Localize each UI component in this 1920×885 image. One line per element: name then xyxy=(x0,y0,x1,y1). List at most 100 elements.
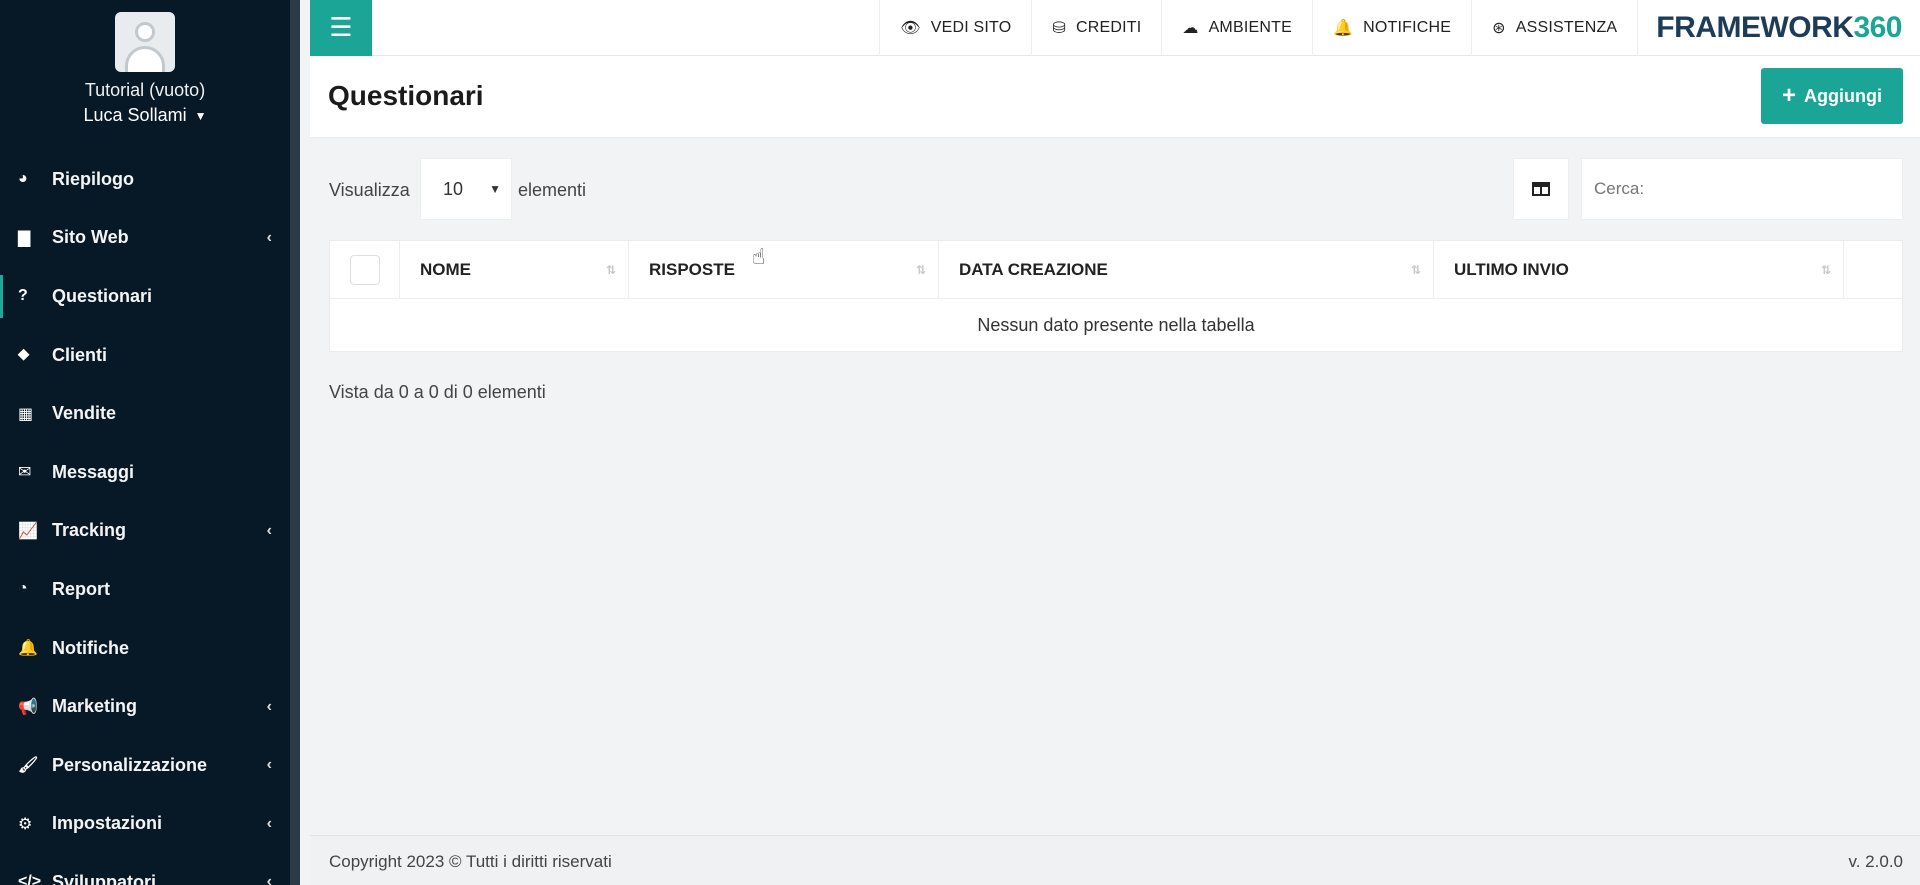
pie-chart-icon: ◔ xyxy=(18,580,28,598)
sidebar-item-label: Notifiche xyxy=(52,637,130,658)
sidebar-item-label: Riepilogo xyxy=(52,168,134,189)
sidebar-item-label: Sito Web xyxy=(52,227,129,248)
sidebar-item-label: Report xyxy=(52,578,110,599)
select-all-checkbox[interactable] xyxy=(350,254,380,285)
topbar-link-label: AMBIENTE xyxy=(1208,18,1292,36)
sidebar-item-personalizzazione[interactable]: 🖌 Personalizzazione ‹ xyxy=(0,736,290,795)
profile-name-dropdown[interactable]: Luca Sollami ▼ xyxy=(84,105,207,126)
user-profile: Tutorial (vuoto) Luca Sollami ▼ xyxy=(0,0,290,150)
table-info: Vista da 0 a 0 di 0 elementi xyxy=(329,382,546,402)
topbar-link-label: ASSISTENZA xyxy=(1515,18,1618,36)
sort-icon: ⇅ xyxy=(915,263,926,277)
menu-toggle-icon[interactable]: ☰ xyxy=(310,0,372,56)
add-button[interactable]: + Aggiungi xyxy=(1761,68,1903,124)
topbar-link-label: VEDI SITO xyxy=(930,18,1012,36)
lifebuoy-icon: ⊛ xyxy=(1492,19,1506,37)
brand-logo[interactable]: FRAMEWORK 360 xyxy=(1637,0,1920,56)
sidebar-item-label: Tracking xyxy=(52,520,127,541)
sidebar-item-label: Messaggi xyxy=(52,461,135,482)
topbar-link-crediti[interactable]: ⛁ CREDITI xyxy=(1031,0,1161,56)
sidebar-item-questionari[interactable]: ? Questionari xyxy=(0,267,290,326)
column-header-label: ULTIMO INVIO xyxy=(1454,259,1569,279)
page-header: Questionari + Aggiungi xyxy=(310,56,1920,138)
search-input[interactable] xyxy=(1581,158,1903,220)
sidebar-item-messaggi[interactable]: ✉ Messaggi xyxy=(0,443,290,502)
sidebar-item-label: Personalizzazione xyxy=(52,754,208,775)
cloud-icon: ☁ xyxy=(1182,19,1199,37)
page-title: Questionari xyxy=(328,80,484,111)
topbar-link-label: NOTIFICHE xyxy=(1363,18,1452,36)
calculator-icon: ▦ xyxy=(18,405,34,423)
chevron-left-icon: ‹ xyxy=(266,814,272,832)
sidebar-item-riepilogo[interactable]: ◕ Riepilogo xyxy=(0,150,290,209)
sidebar-item-vendite[interactable]: ▦ Vendite xyxy=(0,384,290,443)
file-icon: ▇ xyxy=(18,229,31,247)
topbar-link-assistenza[interactable]: ⊛ ASSISTENZA xyxy=(1471,0,1637,56)
brand-logo-part2: 360 xyxy=(1853,10,1902,44)
page-size-value: 10 xyxy=(443,178,464,199)
eye-icon: 👁 xyxy=(900,19,921,37)
avatar-head-shape xyxy=(135,22,155,42)
column-header-actions xyxy=(1844,241,1902,298)
sidebar-item-tracking[interactable]: 📈 Tracking ‹ xyxy=(0,502,290,561)
avatar-body-shape xyxy=(125,46,165,72)
chevron-left-icon: ‹ xyxy=(266,756,272,774)
chevron-left-icon: ‹ xyxy=(266,521,272,539)
sidebar-item-report[interactable]: ◔ Report xyxy=(0,560,290,619)
topbar-link-ambiente[interactable]: ☁ AMBIENTE xyxy=(1161,0,1312,56)
sidebar-item-label: Vendite xyxy=(52,403,117,424)
sidebar-menu: ◕ Riepilogo ▇ Sito Web ‹ ? Questionari ⬥ Clienti… xyxy=(0,150,290,885)
sidebar-item-label: Marketing xyxy=(52,696,138,717)
sidebar-item-impostazioni[interactable]: ⚙ Impostazioni ‹ xyxy=(0,795,290,854)
bell-icon: 🔔 xyxy=(1332,19,1354,37)
code-icon: </> xyxy=(18,873,42,885)
add-button-label: Aggiungi xyxy=(1804,85,1882,106)
select-all-cell xyxy=(330,241,400,298)
user-icon: ⬥ xyxy=(18,346,30,364)
bell-icon: 🔔 xyxy=(18,640,38,658)
gear-icon: ⚙ xyxy=(18,815,33,833)
chevron-left-icon: ‹ xyxy=(266,697,272,715)
topbar-link-label: CREDITI xyxy=(1075,18,1142,36)
sidebar-item-clienti[interactable]: ⬥ Clienti xyxy=(0,326,290,385)
column-visibility-button[interactable] xyxy=(1513,158,1569,220)
hand-cursor-icon: ☝ xyxy=(752,244,766,269)
sidebar-item-label: Questionari xyxy=(52,285,153,306)
table-controls: Visualizza 10 ▼ elementi xyxy=(329,158,1903,220)
page-size-label: Visualizza xyxy=(329,180,410,200)
column-header-data-creazione[interactable]: DATA CREAZIONE ⇅ xyxy=(939,241,1434,298)
chevron-down-icon: ▼ xyxy=(194,108,207,123)
footer: Copyright 2023 © Tutti i diritti riserva… xyxy=(310,835,1920,885)
sidebar-item-label: Sviluppatori xyxy=(52,871,157,885)
line-chart-icon: 📈 xyxy=(18,522,38,540)
sidebar: Tutorial (vuoto) Luca Sollami ▼ ◕ Riepilo… xyxy=(0,0,300,885)
brand-logo-part1: FRAMEWORK xyxy=(1656,10,1854,44)
envelope-icon: ✉ xyxy=(18,464,32,482)
chevron-down-icon: ▼ xyxy=(489,182,501,196)
brush-icon: 🖌 xyxy=(18,757,39,775)
sidebar-item-sito web[interactable]: ▇ Sito Web ‹ xyxy=(0,209,290,268)
sidebar-item-notifiche[interactable]: 🔔 Notifiche xyxy=(0,619,290,678)
page-size-suffix: elementi xyxy=(518,180,587,200)
copyright-text: Copyright 2023 © Tutti i diritti riserva… xyxy=(329,852,612,871)
plus-icon: + xyxy=(1782,82,1797,109)
sidebar-item-marketing[interactable]: 📢 Marketing ‹ xyxy=(0,677,290,736)
topbar-link-notifiche[interactable]: 🔔 NOTIFICHE xyxy=(1311,0,1471,56)
column-header-ultimo-invio[interactable]: ULTIMO INVIO ⇅ xyxy=(1434,241,1844,298)
column-header-label: DATA CREAZIONE xyxy=(959,259,1108,279)
topbar-link-vedi-sito[interactable]: 👁 VEDI SITO xyxy=(879,0,1031,56)
sidebar-item-sviluppatori[interactable]: </> Sviluppatori ‹ xyxy=(0,853,290,885)
table-header: NOME ⇅ RISPOSTE ⇅ DATA CREAZIONE ⇅ ULTIM… xyxy=(330,241,1902,299)
sidebar-item-label: Clienti xyxy=(52,344,108,365)
column-header-risposte[interactable]: RISPOSTE ⇅ xyxy=(629,241,939,298)
avatar[interactable] xyxy=(115,12,175,72)
dashboard-icon: ◕ xyxy=(18,170,28,188)
page-size-select[interactable]: 10 ▼ xyxy=(420,158,512,220)
megaphone-icon: 📢 xyxy=(18,698,38,716)
column-header-label: NOME xyxy=(420,259,471,279)
topbar-links: 👁 VEDI SITO ⛁ CREDITI ☁ AMBIENTE 🔔 NOTIFICHE ⊛ AS… xyxy=(879,0,1637,56)
column-header-label: RISPOSTE xyxy=(649,259,735,279)
column-header-nome[interactable]: NOME ⇅ xyxy=(400,241,629,298)
sort-icon: ⇅ xyxy=(605,263,616,277)
coins-icon: ⛁ xyxy=(1052,19,1066,37)
